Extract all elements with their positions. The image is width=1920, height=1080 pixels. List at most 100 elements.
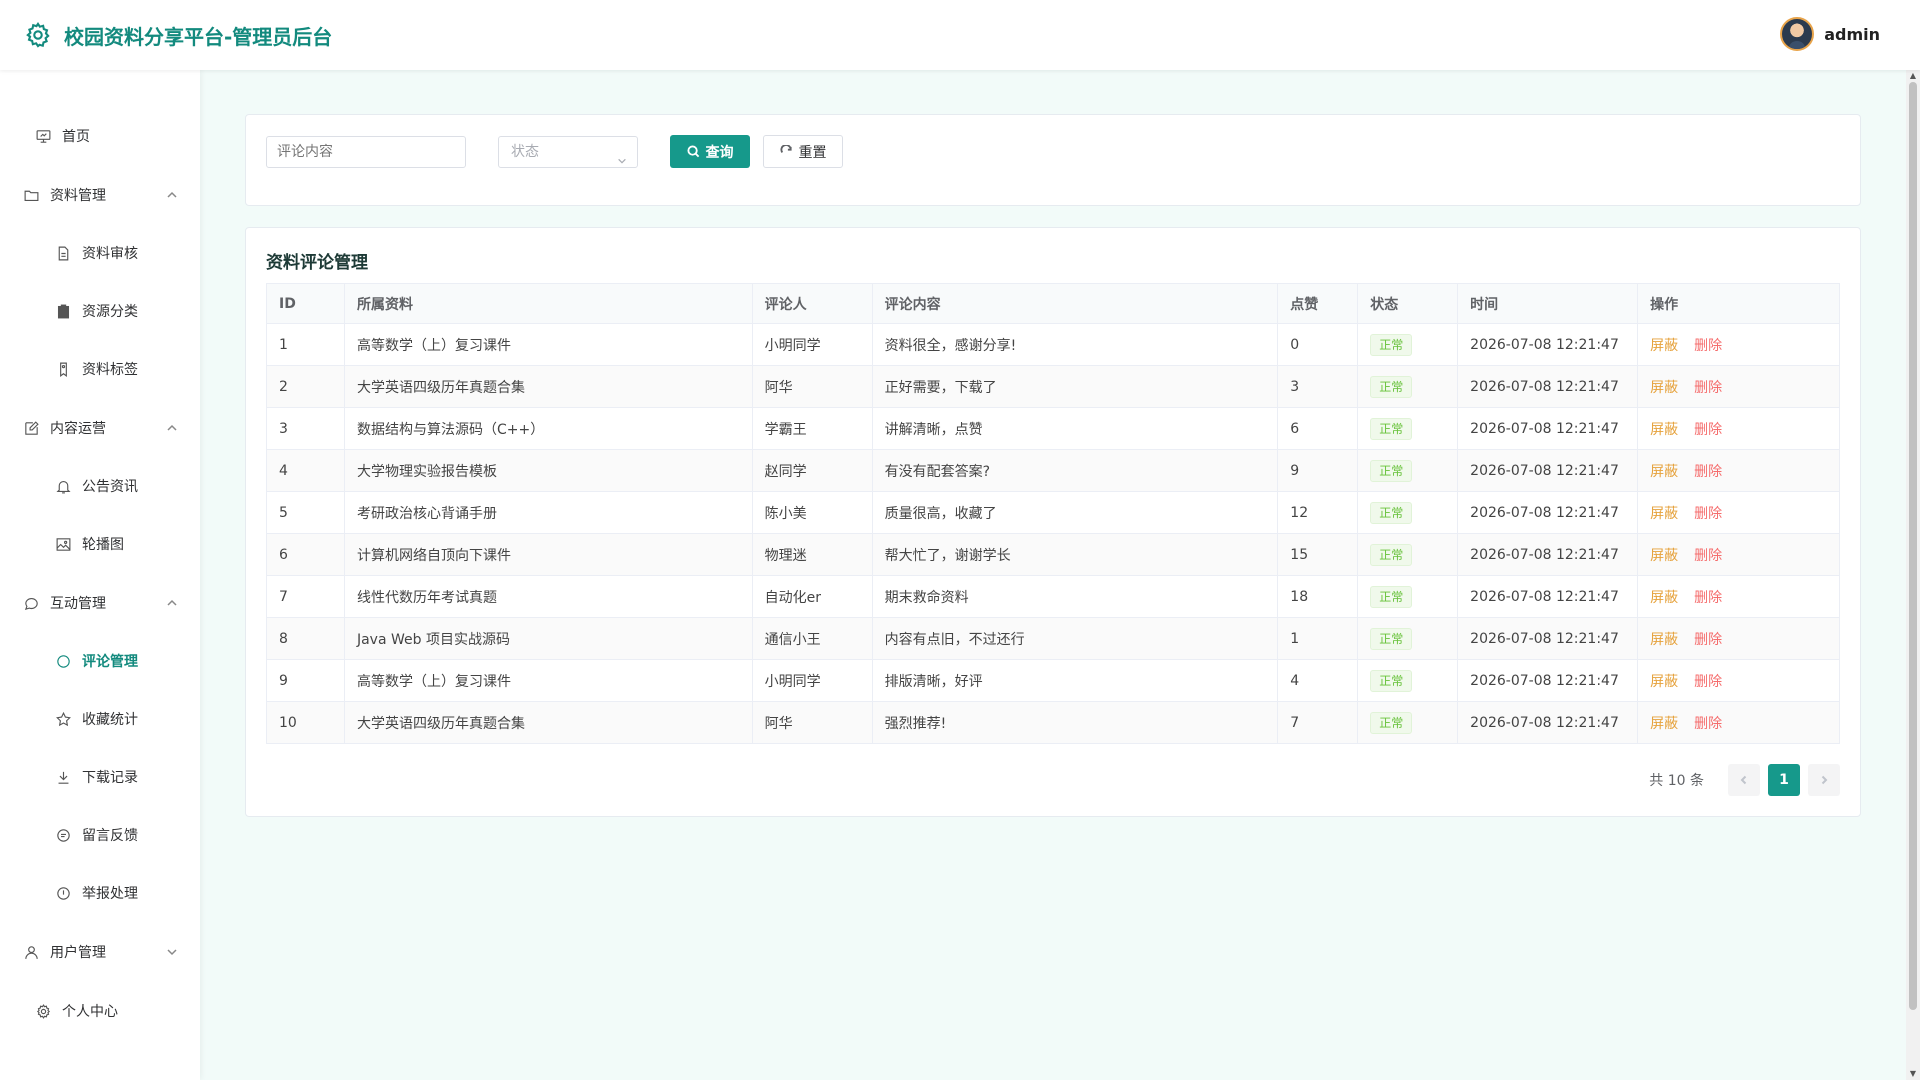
delete-comment-button[interactable]: 删除 xyxy=(1694,716,1722,732)
column-header-time[interactable]: 时间 xyxy=(1457,283,1639,324)
cell-id: 8 xyxy=(266,617,345,660)
cell-id: 1 xyxy=(266,323,345,366)
sidebar-item-carousel[interactable]: 轮播图 xyxy=(0,524,200,564)
sidebar-item-reports[interactable]: 举报处理 xyxy=(0,873,200,913)
table-row: 9 高等数学（上）复习课件 小明同学 排版清晰，好评 4 正常 2026-07-08 12:… xyxy=(266,659,1840,702)
table-row: 3 数据结构与算法源码（C++） 学霸王 讲解清晰，点赞 6 正常 2026-07-08 1… xyxy=(266,407,1840,450)
cell-likes: 0 xyxy=(1277,323,1359,366)
block-comment-button[interactable]: 屏蔽 xyxy=(1650,422,1678,438)
cell-likes: 9 xyxy=(1277,449,1359,492)
cell-material: 考研政治核心背诵手册 xyxy=(343,491,753,534)
column-header-material[interactable]: 所属资料 xyxy=(343,283,753,324)
app-logo[interactable]: 校园资料分享平台-管理员后台 xyxy=(24,21,332,50)
clipboard-icon xyxy=(57,304,70,318)
chevron-right-icon xyxy=(1821,775,1828,785)
table-row: 5 考研政治核心背诵手册 陈小美 质量很高，收藏了 12 正常 2026-07-08 12:… xyxy=(266,491,1840,534)
cell-content: 内容有点旧，不过还行 xyxy=(871,617,1279,660)
prev-page-button[interactable] xyxy=(1728,764,1760,796)
download-icon xyxy=(58,771,69,784)
sidebar-item-profile[interactable]: 个人中心 xyxy=(0,991,200,1031)
app-title: 校园资料分享平台-管理员后台 xyxy=(64,24,333,49)
delete-comment-button[interactable]: 删除 xyxy=(1694,506,1722,522)
bell-icon xyxy=(56,480,71,493)
cell-content: 讲解清晰，点赞 xyxy=(871,407,1279,450)
cell-id: 9 xyxy=(266,659,345,702)
delete-comment-button[interactable]: 删除 xyxy=(1694,338,1722,354)
column-header-id[interactable]: ID xyxy=(266,283,345,324)
comments-table: ID 所属资料 评论人 评论内容 点赞 状态 时间 操作 1 高等数学（上）复习课… xyxy=(266,283,1840,744)
page-scrollbar[interactable]: ▲ ▼ xyxy=(1906,70,1920,1080)
sidebar-item-home[interactable]: 首页 xyxy=(0,116,200,156)
block-comment-button[interactable]: 屏蔽 xyxy=(1650,380,1678,396)
block-comment-button[interactable]: 屏蔽 xyxy=(1650,338,1678,354)
sidebar-item-downloads[interactable]: 下载记录 xyxy=(0,757,200,797)
block-comment-button[interactable]: 屏蔽 xyxy=(1650,632,1678,648)
avatar[interactable] xyxy=(1780,17,1815,51)
scroll-thumb[interactable] xyxy=(1909,82,1917,1010)
block-comment-button[interactable]: 屏蔽 xyxy=(1650,464,1678,480)
column-header-actions: 操作 xyxy=(1637,283,1840,324)
warning-circle-icon xyxy=(57,886,70,900)
cell-status: 正常 xyxy=(1357,659,1459,702)
user-menu[interactable]: admin xyxy=(1780,17,1880,51)
table-header-row: ID 所属资料 评论人 评论内容 点赞 状态 时间 操作 xyxy=(266,283,1840,324)
status-select[interactable]: 状态 xyxy=(498,136,638,168)
sidebar-item-label: 个人中心 xyxy=(62,1004,118,1020)
sidebar-item-label: 资源分类 xyxy=(82,304,138,320)
block-comment-button[interactable]: 屏蔽 xyxy=(1650,548,1678,564)
sidebar-group-users[interactable]: 用户管理 xyxy=(0,932,200,972)
sidebar-item-announcements[interactable]: 公告资讯 xyxy=(0,466,200,506)
cell-material: 计算机网络自顶向下课件 xyxy=(343,533,753,576)
sidebar-item-favorites[interactable]: 收藏统计 xyxy=(0,699,200,739)
sidebar-group-materials[interactable]: 资料管理 xyxy=(0,175,200,215)
sidebar-item-feedback[interactable]: 留言反馈 xyxy=(0,815,200,855)
cell-time: 2026-07-08 12:21:47 xyxy=(1457,617,1639,660)
cell-status: 正常 xyxy=(1357,407,1459,450)
chevron-down-icon xyxy=(166,946,178,958)
delete-comment-button[interactable]: 删除 xyxy=(1694,380,1722,396)
cell-actions: 屏蔽 删除 xyxy=(1637,533,1840,576)
cell-id: 3 xyxy=(266,407,345,450)
delete-comment-button[interactable]: 删除 xyxy=(1694,590,1722,606)
delete-comment-button[interactable]: 删除 xyxy=(1694,674,1722,690)
scroll-up-icon[interactable]: ▲ xyxy=(1909,72,1917,80)
star-icon xyxy=(56,711,71,726)
status-badge: 正常 xyxy=(1370,627,1413,650)
delete-comment-button[interactable]: 删除 xyxy=(1694,422,1722,438)
delete-comment-button[interactable]: 删除 xyxy=(1694,548,1722,564)
block-comment-button[interactable]: 屏蔽 xyxy=(1650,590,1678,606)
sidebar-item-label: 评论管理 xyxy=(82,654,138,670)
reset-button[interactable]: 重置 xyxy=(763,135,843,168)
cell-commenter: 小明同学 xyxy=(751,323,873,366)
status-badge: 正常 xyxy=(1370,333,1413,356)
sidebar-group-content-ops[interactable]: 内容运营 xyxy=(0,408,200,448)
cell-actions: 屏蔽 删除 xyxy=(1637,323,1840,366)
sidebar-item-resource-category[interactable]: 资源分类 xyxy=(0,291,200,331)
next-page-button[interactable] xyxy=(1808,764,1840,796)
sidebar-group-interaction[interactable]: 互动管理 xyxy=(0,583,200,623)
cell-content: 强烈推荐! xyxy=(871,701,1279,744)
comment-content-input[interactable] xyxy=(266,136,466,168)
sidebar-item-label: 轮播图 xyxy=(82,537,124,553)
sidebar-item-label: 举报处理 xyxy=(82,886,138,902)
block-comment-button[interactable]: 屏蔽 xyxy=(1650,674,1678,690)
block-comment-button[interactable]: 屏蔽 xyxy=(1650,716,1678,732)
sidebar-item-comments[interactable]: 评论管理 xyxy=(0,641,200,681)
column-header-status[interactable]: 状态 xyxy=(1357,283,1459,324)
page-number-button[interactable]: 1 xyxy=(1768,764,1800,796)
delete-comment-button[interactable]: 删除 xyxy=(1694,464,1722,480)
column-header-content[interactable]: 评论内容 xyxy=(871,283,1279,324)
cell-actions: 屏蔽 删除 xyxy=(1637,659,1840,702)
query-button[interactable]: 查询 xyxy=(670,135,750,168)
chevron-down-icon xyxy=(617,147,627,164)
delete-comment-button[interactable]: 删除 xyxy=(1694,632,1722,648)
sidebar-item-material-review[interactable]: 资料审核 xyxy=(0,233,200,273)
sidebar-item-material-tags[interactable]: 资料标签 xyxy=(0,349,200,389)
block-comment-button[interactable]: 屏蔽 xyxy=(1650,506,1678,522)
column-header-likes[interactable]: 点赞 xyxy=(1277,283,1359,324)
column-header-commenter[interactable]: 评论人 xyxy=(751,283,873,324)
scroll-down-icon[interactable]: ▼ xyxy=(1909,1070,1917,1078)
chevron-left-icon xyxy=(1740,775,1747,785)
cell-status: 正常 xyxy=(1357,575,1459,618)
message-icon xyxy=(57,828,70,842)
